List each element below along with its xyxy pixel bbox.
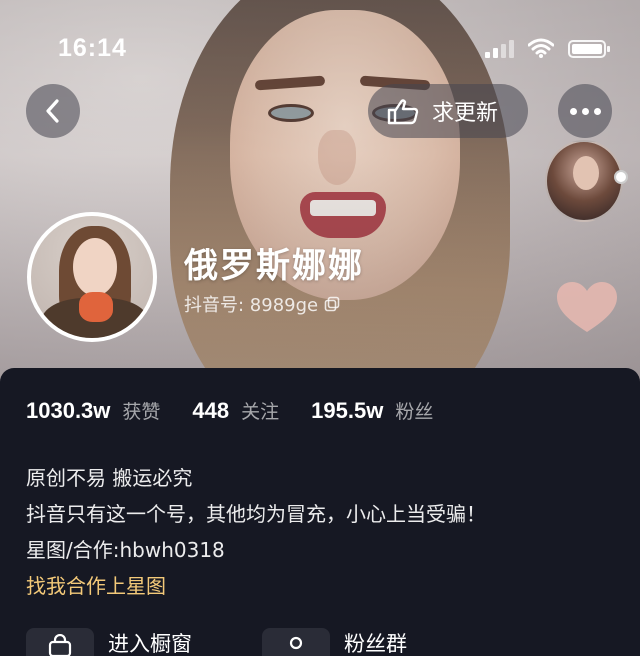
status-icons: [485, 38, 610, 58]
stat-followers-label: 粉丝: [395, 401, 434, 423]
douyin-id-row[interactable]: 抖音号: 8989ge: [184, 291, 340, 317]
pointing-hand-icon: [387, 99, 419, 125]
heart-icon[interactable]: [555, 280, 619, 336]
copy-icon[interactable]: [324, 296, 340, 312]
cellular-signal-icon: [485, 40, 514, 58]
profile-stats: 1030.3w 获赞 448 关注 195.5w 粉丝: [26, 397, 465, 424]
stat-followers-value: 195.5w: [311, 398, 384, 423]
profile-bio: 原创不易 搬运必究 抖音只有这一个号，其他均为冒充，小心上当受骗！ 星图/合作:…: [26, 460, 486, 604]
star-map-link[interactable]: 找我合作上星图: [26, 568, 486, 604]
shop-bag-icon: [26, 628, 94, 656]
profile-name: 俄罗斯娜娜: [184, 246, 364, 286]
more-dots-icon: [569, 107, 601, 115]
request-update-button[interactable]: 求更新: [368, 84, 528, 138]
stat-followers[interactable]: 195.5w 粉丝: [311, 397, 433, 424]
more-options-button[interactable]: [558, 84, 612, 138]
bio-line: 抖音只有这一个号，其他均为冒充，小心上当受骗！: [26, 502, 486, 526]
stat-following[interactable]: 448 关注: [192, 397, 279, 424]
profile-avatar[interactable]: [27, 212, 157, 342]
battery-icon: [568, 40, 610, 58]
stat-following-value: 448: [192, 398, 230, 423]
shop-window-label: 进入橱窗: [108, 632, 192, 656]
profile-entries: 进入橱窗 粉丝群: [26, 628, 498, 656]
back-button[interactable]: [26, 84, 80, 138]
stat-likes[interactable]: 1030.3w 获赞: [26, 397, 160, 424]
fan-group-entry[interactable]: 粉丝群: [262, 628, 498, 656]
stat-following-label: 关注: [241, 401, 280, 423]
shop-window-entry[interactable]: 进入橱窗: [26, 628, 262, 656]
stat-likes-label: 获赞: [122, 401, 161, 423]
stat-likes-value: 1030.3w: [26, 398, 111, 423]
chevron-left-icon: [46, 99, 59, 123]
douyin-id-text: 抖音号: 8989ge: [184, 295, 319, 316]
bio-line: 原创不易 搬运必究: [26, 466, 193, 490]
thumbnail-badge-icon: [614, 170, 628, 184]
wifi-icon: [528, 38, 554, 58]
fan-group-label: 粉丝群: [344, 632, 407, 656]
status-time: 16:14: [58, 34, 127, 62]
bio-line: 星图/合作:hbwh0318: [26, 538, 225, 562]
recent-work-thumbnail[interactable]: [545, 140, 623, 222]
group-icon: [262, 628, 330, 656]
request-update-label: 求更新: [432, 101, 499, 126]
